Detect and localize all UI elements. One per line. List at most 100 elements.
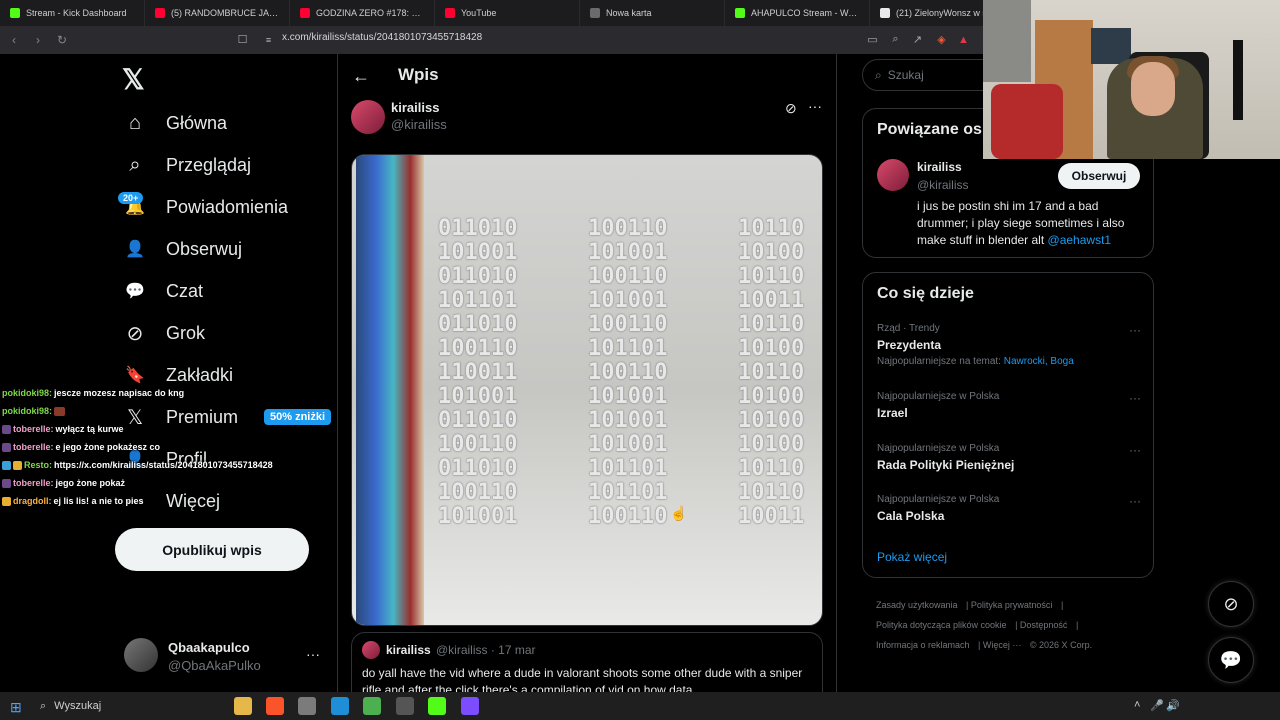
back-icon[interactable]: ‹ xyxy=(4,30,24,50)
account-name: Qbaakapulco xyxy=(168,640,250,655)
nav-explore[interactable]: ⌕ Przeglądaj xyxy=(122,152,251,178)
kick-icon xyxy=(735,8,745,18)
grok-icon[interactable]: ⊘ xyxy=(785,100,797,117)
search-icon: ⌕ xyxy=(129,153,141,176)
browser-tab[interactable]: AHAPULCO Stream - Watch Li xyxy=(725,0,870,26)
app-icon[interactable] xyxy=(461,697,479,715)
app-icon[interactable] xyxy=(298,697,316,715)
more-icon[interactable]: ··· xyxy=(808,98,822,114)
chevron-up-icon[interactable]: ˄ xyxy=(1134,699,1140,711)
notification-badge: 20+ xyxy=(118,192,144,204)
emote-icon xyxy=(54,406,66,416)
browser-tab[interactable]: Nowa karta xyxy=(580,0,725,26)
trend-item[interactable]: Najpopularniejsze w Polska Cala Polska ·… xyxy=(877,494,1141,523)
forward-icon[interactable]: › xyxy=(28,30,48,50)
nav-follow[interactable]: 👤 Obserwuj xyxy=(122,236,242,262)
windows-taskbar: ⊞ ⌕ Wyszukaj ˄ 🎤 🔊 xyxy=(0,692,1280,720)
trend-item[interactable]: Najpopularniejsze w Polska Rada Polityki… xyxy=(877,443,1141,472)
chat-fab-icon[interactable]: 💬 xyxy=(1208,637,1254,683)
search-icon: ⌕ xyxy=(40,699,47,712)
x-logo-icon[interactable]: 𝕏 xyxy=(122,63,145,96)
file-explorer-icon[interactable] xyxy=(234,697,252,715)
webcam-shelf xyxy=(983,0,1031,82)
user-badge-icon xyxy=(2,478,11,488)
grok-icon: ⊘ xyxy=(126,322,144,345)
taskbar-search[interactable]: ⌕ Wyszukaj xyxy=(34,695,224,717)
mic-icon[interactable]: 🎤 xyxy=(1150,699,1164,712)
screen: Stream - Kick Dashboard (5) RANDOMBRUCE … xyxy=(0,0,1280,720)
reload-icon[interactable]: ↻ xyxy=(52,30,72,50)
binary-column: 100110 101001 100110 101001 100110 10110… xyxy=(588,216,668,529)
post-video[interactable]: 011010 101001 011010 101101 011010 10011… xyxy=(351,154,823,626)
card-title: Powiązane os xyxy=(877,121,982,138)
more-icon[interactable]: ··· xyxy=(306,646,320,662)
speaker-icon[interactable]: 🔊 xyxy=(1166,699,1180,712)
youtube-icon xyxy=(300,8,310,18)
trend-item[interactable]: Najpopularniejsze w Polska Izrael ··· xyxy=(877,391,1141,420)
show-more-link[interactable]: Pokaż więcej xyxy=(877,550,947,564)
related-name[interactable]: kirailiss xyxy=(917,160,962,174)
avatar xyxy=(124,638,158,672)
nav-grok[interactable]: ⊘ Grok xyxy=(122,320,205,346)
kick-icon[interactable] xyxy=(428,697,446,715)
mention-link[interactable]: @aehawst1 xyxy=(1048,233,1112,247)
more-icon[interactable]: ··· xyxy=(1129,494,1141,508)
search-icon: ⌕ xyxy=(875,67,882,82)
nav-home[interactable]: ⌂ Główna xyxy=(122,110,227,136)
browser-tab[interactable]: Stream - Kick Dashboard xyxy=(0,0,145,26)
webcam-chair xyxy=(991,84,1063,159)
nav-chat[interactable]: 💬 Czat xyxy=(122,278,203,304)
browser-tab[interactable]: GODZINA ZERO #178: KRZYSZ xyxy=(290,0,435,26)
browser-tab[interactable]: YouTube xyxy=(435,0,580,26)
x-sidebar: 𝕏 ⌂ Główna ⌕ Przeglądaj 🔔 Powiadomienia 20+… xyxy=(0,54,338,692)
brave-icon[interactable] xyxy=(266,697,284,715)
webcam-head xyxy=(1131,62,1175,116)
share-icon[interactable]: ↗ xyxy=(911,33,924,46)
avatar[interactable] xyxy=(877,159,909,191)
page-title: Wpis xyxy=(398,65,439,84)
trend-link[interactable]: Nawrocki, Boga xyxy=(1004,356,1074,367)
more-icon[interactable]: ··· xyxy=(1129,443,1141,457)
webcam-mic xyxy=(1233,40,1243,120)
zoom-icon[interactable]: ⌕ xyxy=(889,33,902,46)
cast-icon[interactable]: ▭ xyxy=(866,33,879,46)
author-name[interactable]: kirailiss xyxy=(391,100,439,115)
chat-message: toberelle: wyłącz tą kurwe xyxy=(2,420,332,438)
chat-bubble-icon: 💬 xyxy=(125,283,145,300)
post-button[interactable]: Opublikuj wpis xyxy=(115,528,309,571)
quote-author-handle: @kirailiss · 17 mar xyxy=(436,643,536,657)
back-arrow-icon[interactable]: ← xyxy=(352,66,370,87)
grok-fab-icon[interactable]: ⊘ xyxy=(1208,581,1254,627)
author-avatar[interactable] xyxy=(351,100,385,134)
sword-badge-icon xyxy=(2,460,11,470)
quote-author-name: kirailiss xyxy=(386,643,431,657)
browser-tab[interactable]: (5) RANDOMBRUCE JAKO "TOR xyxy=(145,0,290,26)
avatar xyxy=(362,641,380,659)
obs-icon[interactable] xyxy=(396,697,414,715)
edge-icon[interactable] xyxy=(331,697,349,715)
chat-message: toberelle: e jego żone pokażesz co xyxy=(2,438,332,456)
more-icon[interactable]: ··· xyxy=(1129,391,1141,405)
user-badge-icon xyxy=(2,442,11,452)
trend-item[interactable]: Rząd · Trendy Prezydenta Najpopularniejs… xyxy=(877,323,1141,367)
youtube-icon xyxy=(445,8,455,18)
chrome-icon[interactable] xyxy=(363,697,381,715)
site-info-icon[interactable]: ≡ xyxy=(262,33,275,46)
kick-icon xyxy=(10,8,20,18)
windows-start-icon[interactable]: ⊞ xyxy=(10,699,22,716)
url-field[interactable]: x.com/kirailiss/status/20418010734557184… xyxy=(282,32,482,43)
binary-column: 10110 10100 10110 10011 10110 10100 1011… xyxy=(738,216,805,529)
account-switcher[interactable]: Qbaakapulco @QbaAkaPulko ··· xyxy=(124,638,324,674)
more-icon[interactable]: ··· xyxy=(1129,323,1141,337)
brave-shield-icon[interactable]: ◈ xyxy=(935,33,948,46)
nav-notifications[interactable]: 🔔 Powiadomienia xyxy=(122,194,288,220)
binary-column: 011010 101001 011010 101101 011010 10011… xyxy=(438,216,518,529)
bookmark-icon[interactable]: ☐ xyxy=(236,33,249,46)
related-handle[interactable]: @kirailiss xyxy=(917,178,969,192)
brave-rewards-icon[interactable]: ▲ xyxy=(957,33,970,46)
follow-button[interactable]: Obserwuj xyxy=(1058,163,1140,189)
quoted-post[interactable]: kirailiss @kirailiss · 17 mar do yall ha… xyxy=(351,632,823,692)
author-handle[interactable]: @kirailiss xyxy=(391,117,447,132)
account-handle: @QbaAkaPulko xyxy=(168,658,261,673)
brave-shield-icon xyxy=(590,8,600,18)
